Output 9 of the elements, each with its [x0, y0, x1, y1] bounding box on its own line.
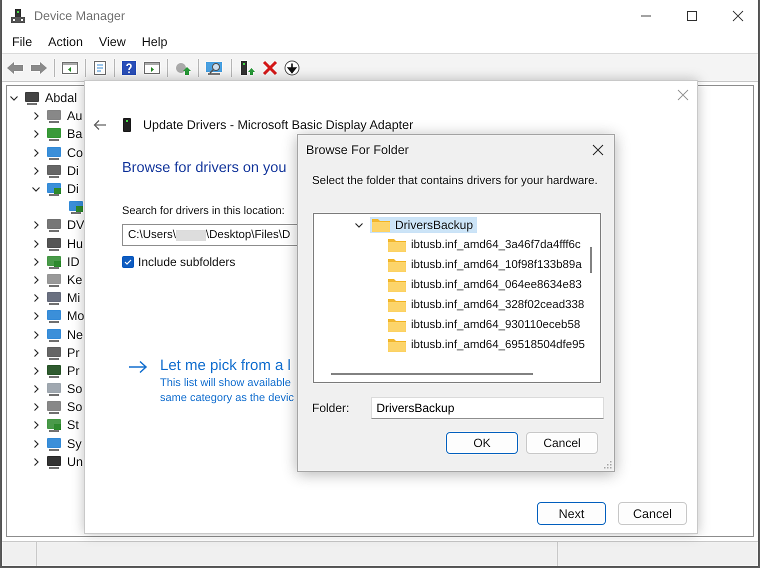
- dialog-heading: Browse for drivers on you: [122, 160, 288, 176]
- link-description: This list will show available same category as the devic: [160, 376, 294, 406]
- window-title: Device Manager: [34, 8, 126, 22]
- field-label: Search for drivers in this location:: [122, 205, 286, 217]
- dialog-prompt: Select the folder that contains drivers for your hardware.: [311, 174, 599, 187]
- dialog-title: Browse For Folder: [306, 143, 409, 157]
- checkbox-label: Include subfolders: [138, 255, 236, 269]
- field-label: Folder:: [312, 401, 350, 415]
- dialog-title: Update Drivers - Microsoft Basic Display Adapter: [143, 118, 414, 132]
